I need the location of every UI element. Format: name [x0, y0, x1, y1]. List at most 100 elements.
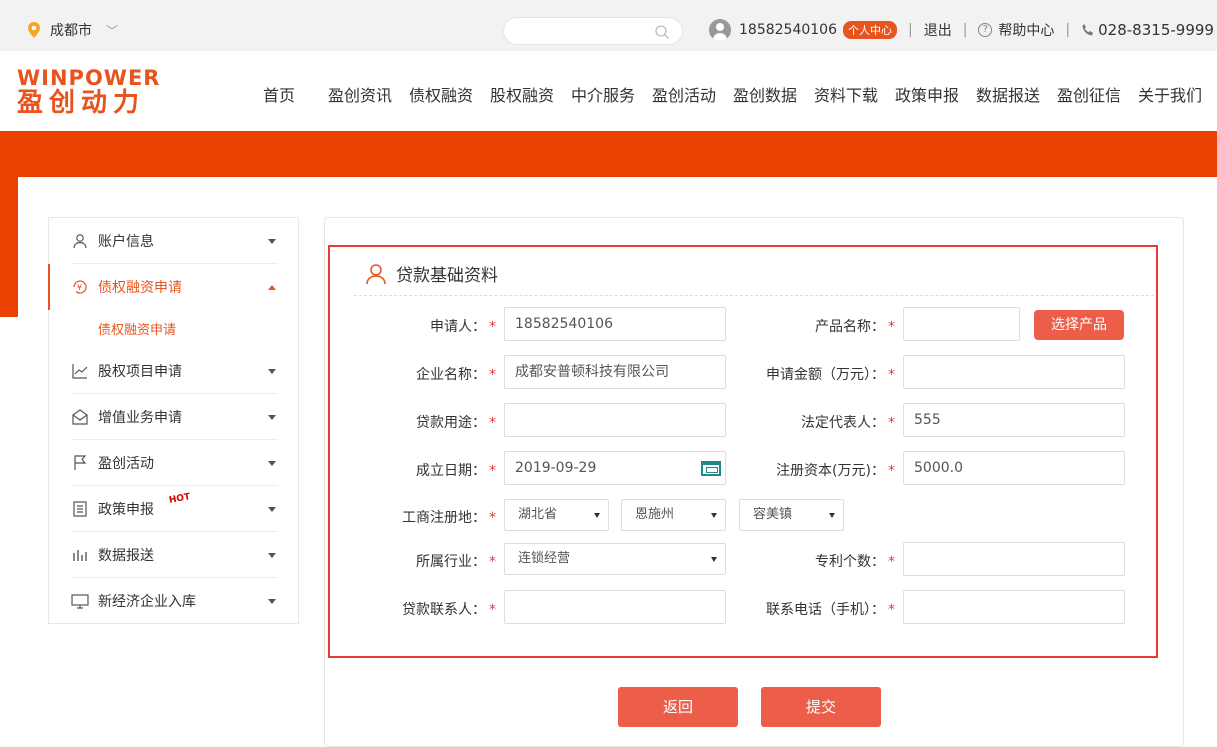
sidebar-item-debt-application[interactable]: ¥ 债权融资申请	[48, 264, 298, 310]
label-industry: 所属行业： *	[416, 554, 496, 570]
loan-use-field[interactable]	[504, 403, 726, 437]
chart-line-icon	[71, 363, 89, 379]
logo-en: WINPOWER	[17, 66, 161, 90]
sidebar-item-new-economy[interactable]: 新经济企业入库	[49, 578, 298, 624]
svg-text:¥: ¥	[77, 283, 82, 292]
logo-cn: 盈创动力	[17, 88, 146, 118]
nav-equity-financing[interactable]: 股权融资	[490, 82, 554, 106]
sidebar-subitem-label: 债权融资申请	[98, 323, 177, 338]
caret-down-icon	[268, 460, 276, 466]
sidebar-item-equity-project[interactable]: 股权项目申请	[49, 348, 298, 394]
industry-select[interactable]: 连锁经营	[504, 543, 726, 575]
orange-banner-side	[0, 177, 18, 317]
label-found-date: 成立日期： *	[416, 463, 496, 479]
city-label: 成都市	[50, 23, 92, 39]
search-icon[interactable]	[654, 24, 670, 40]
sidebar-item-value-added[interactable]: 增值业务申请	[49, 394, 298, 440]
company-name-field[interactable]: 成都安普顿科技有限公司	[504, 355, 726, 389]
choose-product-button[interactable]: 选择产品	[1034, 310, 1124, 340]
applicant-field[interactable]: 18582540106	[504, 307, 726, 341]
caret-down-icon	[268, 414, 276, 420]
help-link[interactable]: 帮助中心	[998, 20, 1054, 40]
user-icon	[71, 233, 89, 249]
loan-contact-field[interactable]	[504, 590, 726, 624]
apply-amount-field[interactable]	[903, 355, 1125, 389]
user-area: 18582540106 个人中心 | 退出 | ? 帮助中心 | 028-831…	[709, 19, 1214, 41]
sidebar-subitem-debt-application[interactable]: 债权融资申请	[49, 310, 298, 348]
calendar-icon[interactable]	[701, 461, 721, 476]
sidebar-item-label: 债权融资申请	[98, 280, 182, 296]
sidebar-item-label: 盈创活动	[98, 456, 154, 472]
hotline-number: 028-8315-9999	[1098, 21, 1214, 39]
nav-activities[interactable]: 盈创活动	[652, 82, 716, 106]
town-value: 容美镇	[753, 507, 793, 522]
help-icon: ?	[978, 23, 993, 37]
divider: |	[907, 22, 913, 38]
caret-down-icon	[711, 557, 717, 562]
sidebar-item-label: 账户信息	[98, 234, 154, 250]
sidebar-item-label: 新经济企业入库	[98, 594, 196, 610]
submit-button[interactable]: 提交	[761, 687, 881, 727]
caret-down-icon	[594, 513, 600, 518]
site-header: WINPOWER 盈创动力 首页 盈创资讯 债权融资 股权融资 中介服务 盈创活…	[0, 51, 1217, 131]
document-list-icon	[71, 501, 89, 517]
site-logo[interactable]: WINPOWER 盈创动力	[17, 67, 160, 117]
label-company-name: 企业名称： *	[416, 367, 496, 383]
nav-home[interactable]: 首页	[263, 82, 295, 106]
caret-down-icon	[268, 368, 276, 374]
found-date-field[interactable]: 2019-09-29	[504, 451, 726, 485]
label-contact-phone: 联系电话（手机）： *	[766, 602, 895, 618]
flag-icon	[71, 455, 89, 471]
product-name-field[interactable]	[903, 307, 1020, 341]
found-date-value: 2019-09-29	[515, 460, 597, 476]
yuan-cycle-icon: ¥	[71, 279, 89, 295]
contact-phone-field[interactable]	[903, 590, 1125, 624]
label-reg-place: 工商注册地： *	[402, 510, 496, 526]
orange-banner	[0, 131, 1217, 177]
nav-downloads[interactable]: 资料下载	[814, 82, 878, 106]
logout-link[interactable]: 退出	[924, 20, 952, 40]
sidebar-item-data-report[interactable]: 数据报送	[49, 532, 298, 578]
caret-down-icon	[268, 238, 276, 244]
caret-down-icon	[268, 506, 276, 512]
nav-data[interactable]: 盈创数据	[733, 82, 797, 106]
envelope-open-icon	[71, 409, 89, 425]
sidebar-item-label: 数据报送	[98, 548, 154, 564]
divider: |	[962, 22, 968, 38]
caret-down-icon	[711, 513, 717, 518]
sidebar-item-activities[interactable]: 盈创活动	[49, 440, 298, 486]
personal-center-badge[interactable]: 个人中心	[842, 21, 897, 39]
hotline: 028-8315-9999	[1081, 21, 1214, 39]
nav-news[interactable]: 盈创资讯	[328, 82, 392, 106]
top-bar: 成都市 ﹀ 18582540106 个人中心 | 退出 | ? 帮助中心 | 0…	[0, 0, 1217, 51]
nav-data-report[interactable]: 数据报送	[976, 82, 1040, 106]
label-loan-use: 贷款用途： *	[416, 415, 496, 431]
nav-about[interactable]: 关于我们	[1138, 82, 1202, 106]
city-value: 恩施州	[635, 507, 675, 522]
label-loan-contact: 贷款联系人： *	[402, 602, 496, 618]
bar-chart-icon	[71, 547, 89, 563]
legal-rep-field[interactable]: 555	[903, 403, 1125, 437]
nav-debt-financing[interactable]: 债权融资	[409, 82, 473, 106]
nav-agency[interactable]: 中介服务	[571, 82, 635, 106]
industry-value: 连锁经营	[518, 551, 571, 566]
sidebar-item-account[interactable]: 账户信息	[49, 218, 298, 264]
caret-up-icon	[268, 284, 276, 290]
province-value: 湖北省	[518, 507, 558, 522]
back-button[interactable]: 返回	[618, 687, 738, 727]
town-select[interactable]: 容美镇	[739, 499, 844, 531]
city-selector[interactable]: 成都市 ﹀	[28, 20, 118, 40]
sidebar-item-policy[interactable]: 政策申报 HOT	[49, 486, 298, 532]
nav-policy[interactable]: 政策申报	[895, 82, 959, 106]
city-select[interactable]: 恩施州	[621, 499, 726, 531]
nav-credit[interactable]: 盈创征信	[1057, 82, 1121, 106]
label-legal-rep: 法定代表人： *	[801, 415, 895, 431]
sidebar-item-label: 股权项目申请	[98, 364, 182, 380]
user-phone[interactable]: 18582540106	[739, 22, 837, 38]
search-input[interactable]	[503, 17, 683, 45]
reg-capital-field[interactable]: 5000.0	[903, 451, 1125, 485]
form-title-text: 贷款基础资料	[396, 266, 498, 286]
caret-down-icon	[268, 552, 276, 558]
province-select[interactable]: 湖北省	[504, 499, 609, 531]
patents-field[interactable]	[903, 542, 1125, 576]
